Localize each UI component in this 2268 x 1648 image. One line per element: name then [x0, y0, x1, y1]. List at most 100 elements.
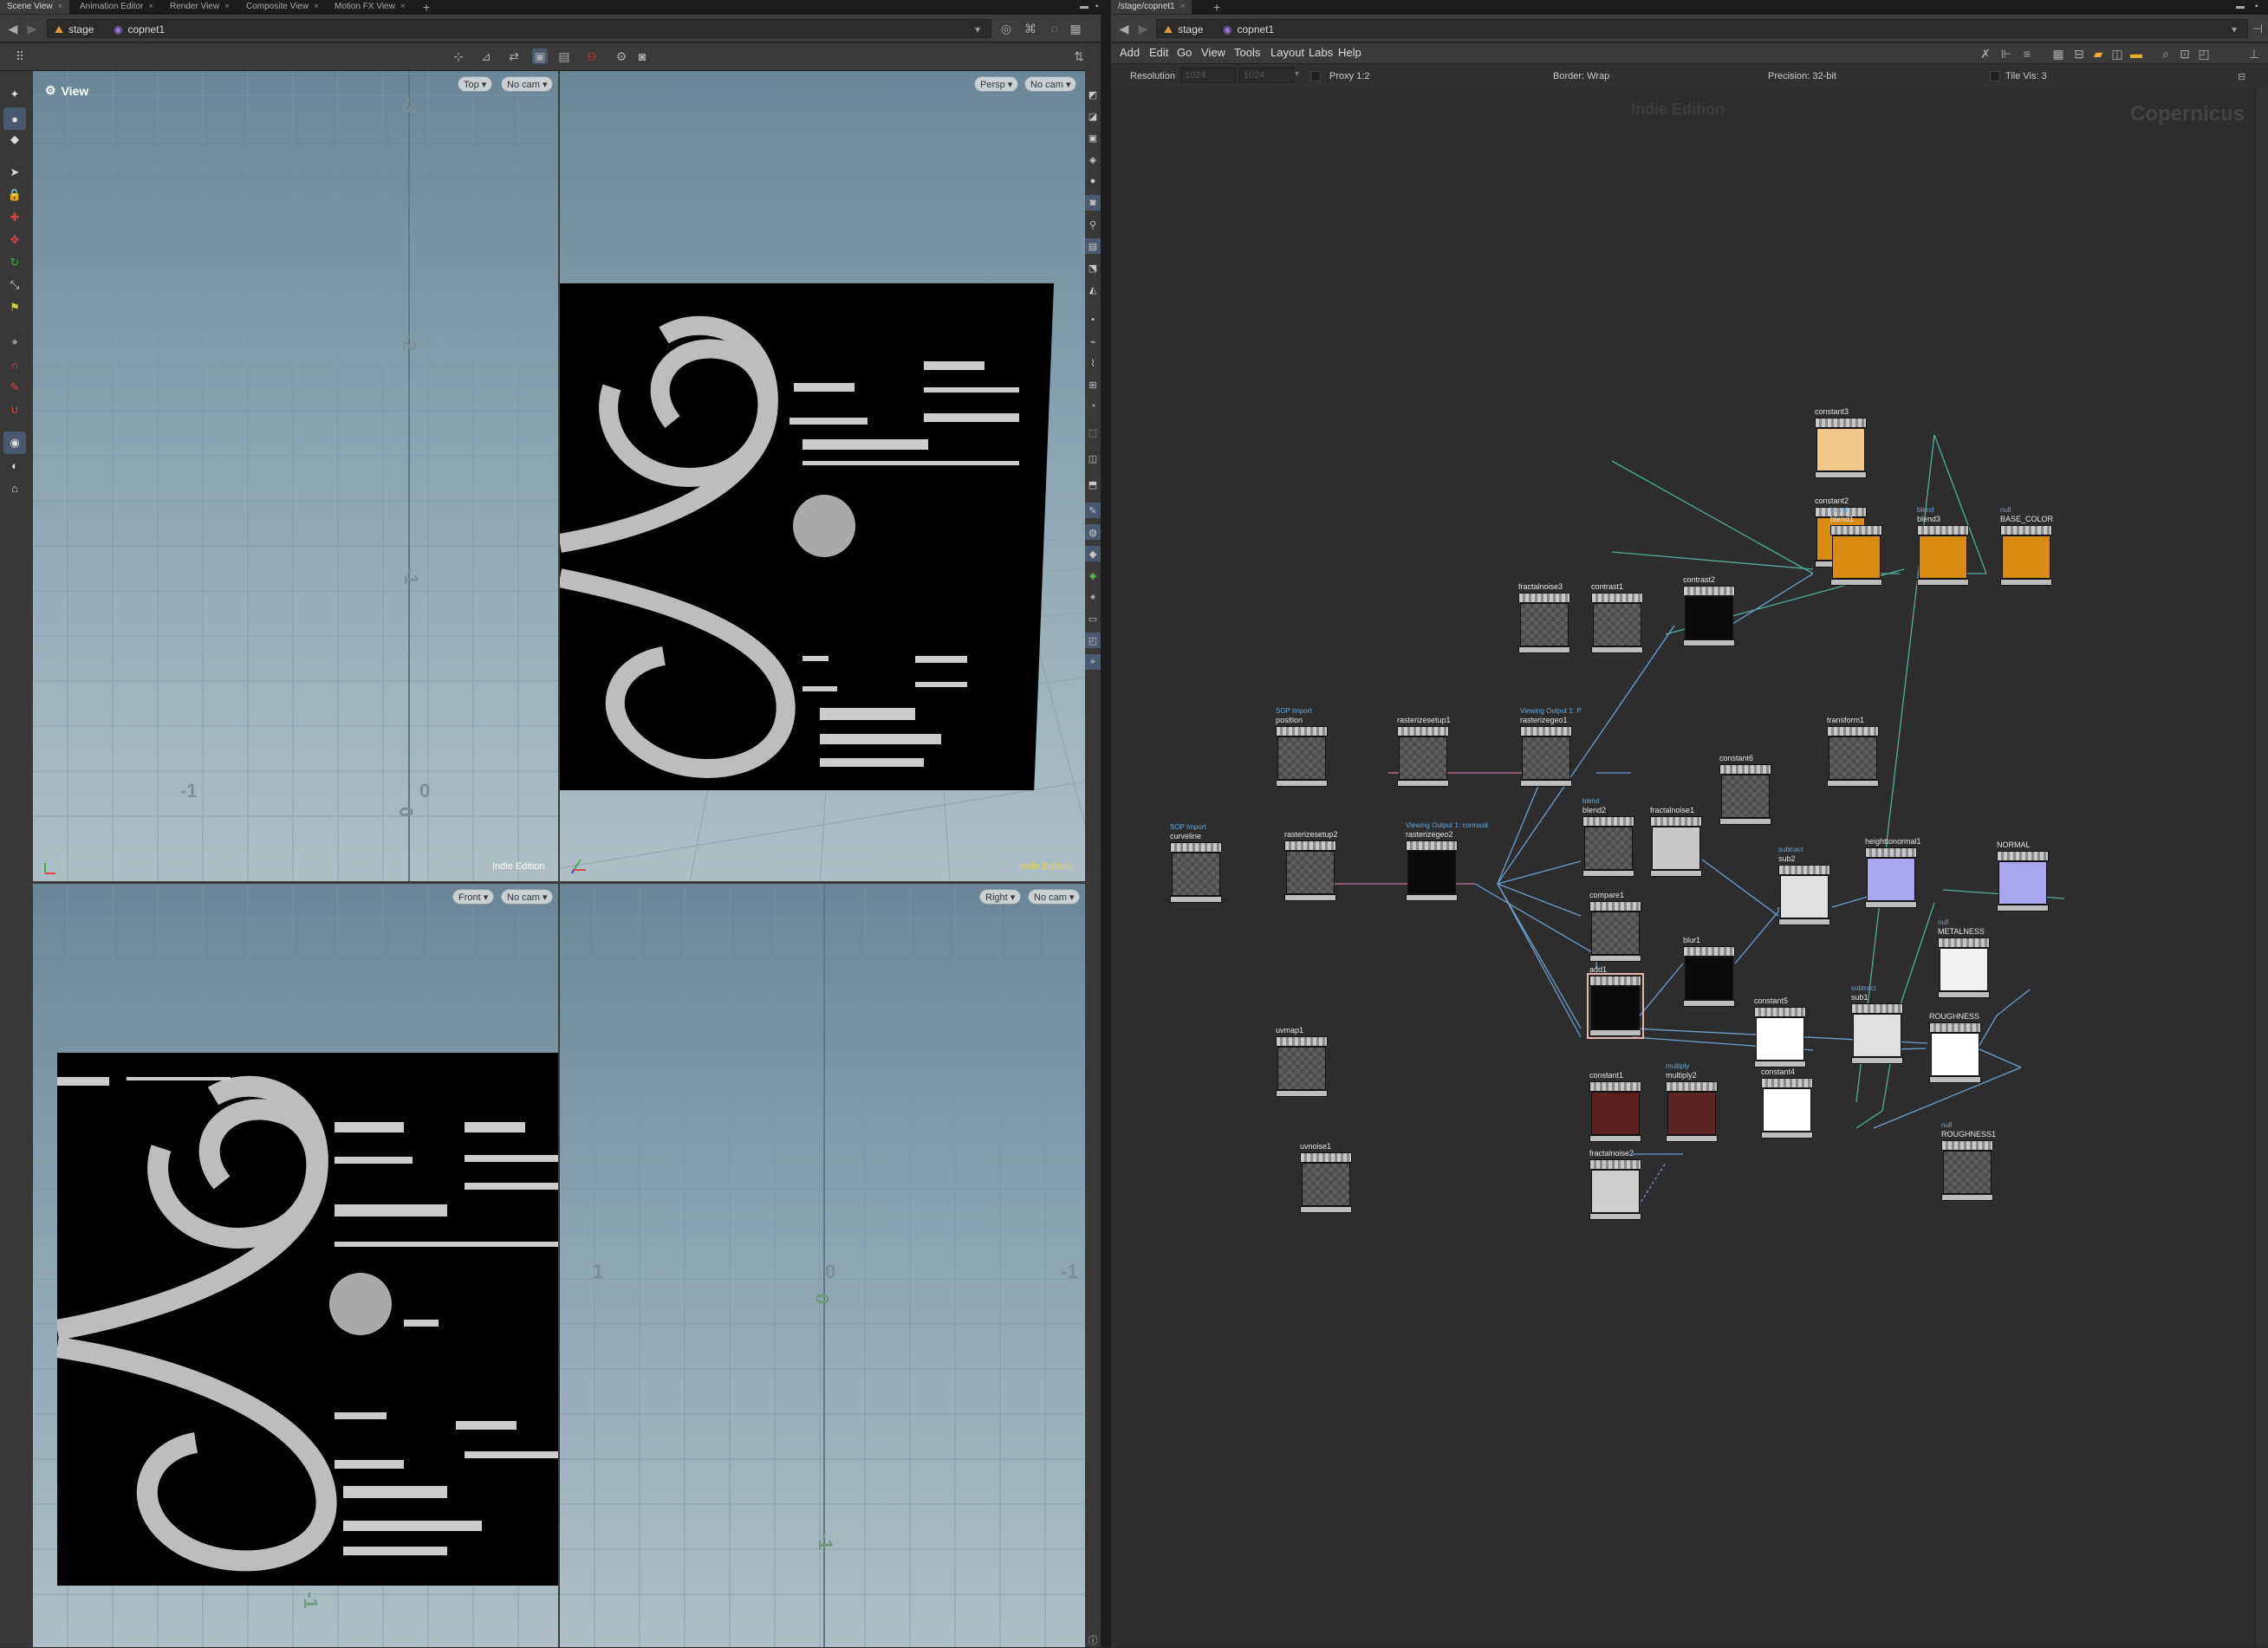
node-metalness[interactable]: null METALNESS — [1938, 918, 1990, 998]
display-option-icon[interactable]: ⬚ — [1085, 425, 1101, 440]
node-fractalnoise1[interactable]: fractalnoise1 — [1650, 806, 1702, 877]
frame-icon[interactable]: ◰ — [2196, 46, 2212, 62]
snap-grid-icon[interactable]: ⊿ — [478, 49, 494, 64]
viewport-persp[interactable]: Persp ▾ No cam ▾ Indie Edition — [560, 71, 1085, 882]
node-constant5[interactable]: constant5 — [1754, 996, 1806, 1067]
maximize-icon[interactable]: ▪ — [2248, 0, 2265, 14]
scale-icon[interactable]: ⤡ — [3, 274, 26, 296]
viewport-top[interactable]: ⚙ View Top ▾ No cam ▾ -3 -2 -1 -1 0 0 Ind… — [33, 71, 558, 882]
move-icon[interactable]: ✥ — [3, 229, 26, 251]
palette-icon[interactable]: ◫ — [2109, 46, 2125, 62]
tab-animation-editor[interactable]: Animation Editor × — [73, 0, 160, 14]
list-icon[interactable]: ≡ — [2019, 46, 2035, 62]
resolution-width-field[interactable]: 1024 — [1180, 68, 1236, 83]
display-option-icon[interactable]: ◰ — [1085, 633, 1101, 648]
chevron-down-icon[interactable]: ▾ — [2232, 20, 2237, 39]
node-constant6[interactable]: constant6 — [1719, 754, 1771, 825]
node-constant3[interactable]: constant3 — [1815, 407, 1867, 478]
path-crumb-stage[interactable]: ⛰ stage — [55, 20, 94, 39]
resolution-height-field[interactable]: 1024 — [1239, 68, 1295, 83]
menu-go[interactable]: Go — [1177, 43, 1192, 62]
node-curveline[interactable]: SOP Import curveline — [1170, 823, 1222, 903]
display-option-icon[interactable]: ⚲ — [1085, 217, 1101, 232]
node-roughness[interactable]: ROUGHNESS — [1929, 1012, 1981, 1083]
node-rasterizegeo1[interactable]: Viewing Output 1: P rasterizegeo1 — [1520, 707, 1582, 787]
node-normal[interactable]: NORMAL — [1997, 840, 2049, 912]
viewport-splitter-v[interactable] — [558, 71, 560, 1647]
camera-button[interactable]: No cam ▾ — [1028, 889, 1081, 905]
close-icon[interactable]: × — [1180, 2, 1186, 11]
node-blend2[interactable]: blend blend2 — [1582, 797, 1634, 877]
view-icon[interactable]: ⌖ — [3, 331, 26, 354]
edges-mode-icon[interactable]: ◆ — [3, 128, 26, 151]
help-icon[interactable]: ◌ — [1047, 21, 1063, 36]
snap-active-icon[interactable]: ▣ — [532, 49, 548, 64]
shading-icon[interactable]: ● — [1085, 173, 1101, 189]
link-icon[interactable]: ⌘ — [1023, 21, 1038, 36]
grid-menu-icon[interactable]: ⠿ — [12, 49, 28, 64]
display-option-icon[interactable]: ◆ — [1085, 546, 1101, 561]
path-field[interactable]: ⛰ stage ◉ copnet1 ▾ — [47, 19, 991, 38]
add-tab-icon[interactable]: + — [1206, 0, 1227, 14]
path-field[interactable]: ⛰ stage ◉ copnet1 ▾ — [1156, 19, 2248, 38]
add-tab-icon[interactable]: + — [416, 0, 437, 14]
menu-view[interactable]: View — [1201, 43, 1225, 62]
node-constant1[interactable]: constant1 — [1589, 1071, 1641, 1142]
display-option-icon[interactable]: ◙ — [1085, 195, 1101, 211]
node-blur1[interactable]: blur1 — [1683, 936, 1735, 1007]
display-option-icon[interactable]: ◫ — [1085, 451, 1101, 466]
tree-icon[interactable]: ⊩ — [1998, 46, 2014, 62]
tab-stage-copnet1[interactable]: /stage/copnet1 × — [1111, 0, 1192, 14]
pin-icon[interactable]: ⊣ — [2250, 21, 2265, 36]
paint-icon[interactable]: ✎ — [3, 376, 26, 399]
node-constant4[interactable]: constant4 — [1761, 1067, 1813, 1139]
display-option-icon[interactable]: ◪ — [1085, 108, 1101, 124]
node-heighttonormal1[interactable]: heighttonormal1 — [1865, 837, 1921, 908]
pose-icon[interactable]: ⚑ — [3, 296, 26, 319]
view-type-button[interactable]: Persp ▾ — [974, 76, 1019, 92]
path-crumb-copnet[interactable]: ◉ copnet1 — [1223, 20, 1274, 39]
folder-icon[interactable]: ▬ — [2128, 46, 2144, 62]
display-option-icon[interactable]: ◔ — [1085, 399, 1101, 414]
snap-icon[interactable]: ⊹ — [451, 49, 466, 64]
tilevis-checkbox[interactable] — [1990, 71, 2000, 81]
tab-motion-fx-view[interactable]: Motion FX View × — [328, 0, 413, 14]
node-contrast2[interactable]: contrast2 — [1683, 575, 1735, 646]
node-rasterizegeo2[interactable]: Viewing Output 1: cormask rasterizegeo2 — [1406, 821, 1488, 901]
node-sub1[interactable]: subtract sub1 — [1851, 984, 1903, 1064]
options-icon[interactable]: ⊟ — [2238, 71, 2245, 82]
search-icon[interactable]: ⌕ — [2158, 46, 2174, 62]
record-icon[interactable]: ⊖ — [584, 49, 600, 64]
sculpt-icon[interactable]: ∪ — [3, 399, 26, 421]
node-add1[interactable]: add1 — [1587, 965, 1644, 1039]
close-icon[interactable]: × — [148, 2, 153, 11]
node-base-color[interactable]: null BASE_COLOR — [2000, 506, 2053, 586]
lock-icon[interactable]: ▣ — [1085, 130, 1101, 146]
pane-splitter[interactable] — [1101, 0, 1111, 1647]
back-arrow-icon[interactable]: ◀ — [1116, 21, 1132, 36]
handle-icon[interactable]: ✚ — [3, 206, 26, 229]
close-icon[interactable]: × — [400, 2, 406, 11]
render-icon[interactable]: ⚙ — [614, 49, 629, 64]
network-editor-canvas[interactable]: Indie Edition Copernicus constant3 const… — [1111, 88, 2255, 1647]
node-rasterizesetup2[interactable]: rasterizesetup2 — [1284, 830, 1338, 901]
chevron-down-icon[interactable]: ▾ — [975, 20, 980, 39]
view-type-button[interactable]: Top ▾ — [458, 76, 493, 92]
view-type-button[interactable]: Front ▾ — [452, 889, 495, 905]
camera-icon[interactable]: ◉ — [3, 431, 26, 454]
close-icon[interactable]: × — [58, 2, 63, 11]
display-option-icon[interactable]: ◍ — [1085, 524, 1101, 540]
viewport-title[interactable]: ⚙ View — [45, 83, 88, 98]
camera-button[interactable]: No cam ▾ — [1024, 76, 1077, 92]
node-uvnoise1[interactable]: uvnoise1 — [1300, 1142, 1352, 1213]
menu-add[interactable]: Add — [1120, 43, 1140, 62]
node-contrast1[interactable]: contrast1 — [1591, 582, 1643, 653]
select-mode-icon[interactable]: ✦ — [3, 83, 26, 106]
display-option-icon[interactable]: ⬔ — [1085, 260, 1101, 276]
display-option-icon[interactable]: ⚹ — [1085, 589, 1101, 605]
proxy-checkbox[interactable] — [1310, 71, 1321, 81]
forward-arrow-icon[interactable]: ▶ — [24, 21, 40, 36]
display-option-icon[interactable]: ⬒ — [1085, 477, 1101, 492]
node-sub2[interactable]: subtract sub2 — [1778, 846, 1830, 925]
display-option-icon[interactable]: ▭ — [1085, 611, 1101, 626]
